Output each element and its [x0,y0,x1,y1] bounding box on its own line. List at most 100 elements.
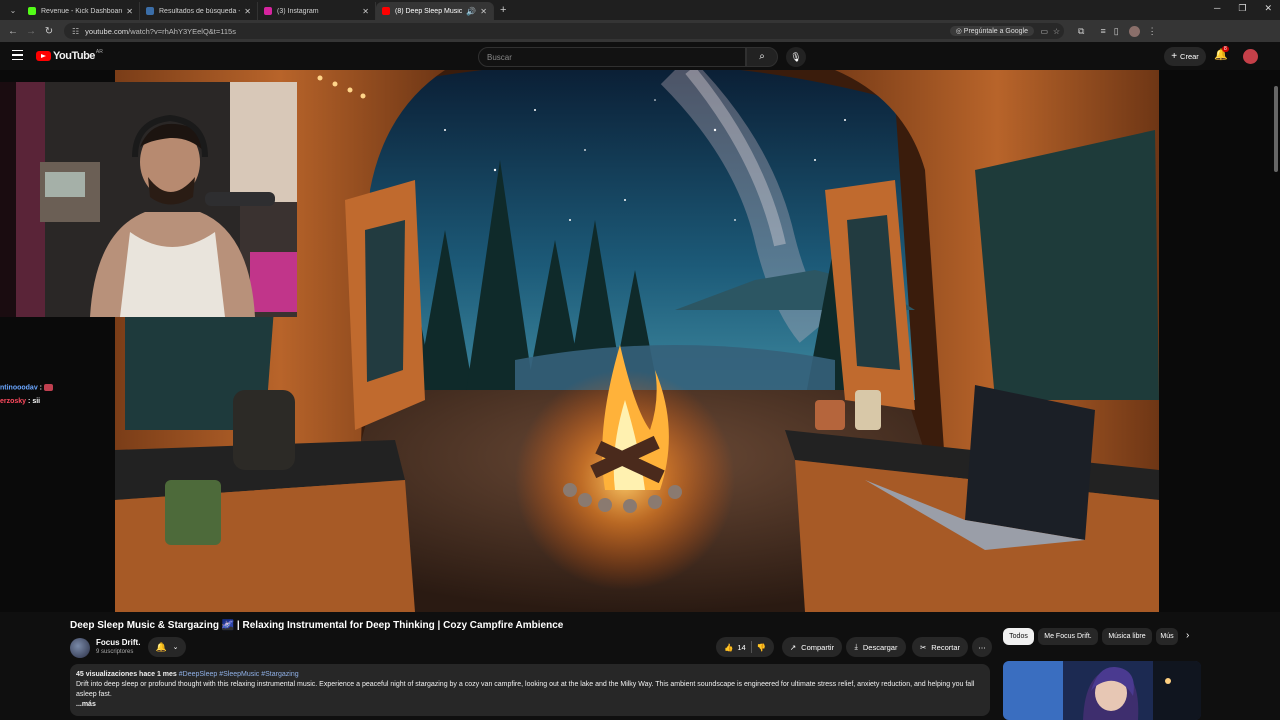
search-input[interactable]: Buscar [478,47,746,67]
url-host: youtube.com [85,26,129,36]
clip-button[interactable]: ✂ Recortar [912,637,968,657]
upload-age: hace 1 mes [139,671,177,678]
google-lens-icon: ◎ [955,28,964,35]
back-icon[interactable]: ← [4,26,22,37]
channel-avatar[interactable] [70,638,90,658]
view-count: 45 visualizaciones [76,671,138,678]
search-button[interactable]: ⌕ [746,47,778,67]
extensions-icon[interactable]: ⧉ [1078,26,1084,37]
new-tab-icon[interactable]: + [500,4,506,16]
thumbs-down-icon[interactable]: 👎 [757,643,766,652]
search-icon: ⌕ [759,51,765,62]
browser-profile-avatar[interactable] [1128,25,1140,37]
subscription-bell-button[interactable]: 🔔 ⌄ [148,637,186,657]
tab-search-results[interactable]: Resultados de búsqueda - Cuen ✕ [140,2,258,20]
bell-icon: 🔔 [155,641,167,652]
chip-from-channel[interactable]: Me Focus Drift. [1038,628,1098,645]
search-results-favicon-icon [146,7,154,15]
ask-google-button[interactable]: ◎ Pregúntale a Google [949,26,1034,36]
close-icon[interactable]: ✕ [362,7,369,16]
logo-region: AR [95,49,103,55]
create-button[interactable]: + Crear [1164,47,1206,66]
browser-tab-bar: ⌄ Revenue - Kick Dashboard ✕ Resultados … [0,0,1280,20]
logo-text: YouTube [53,50,95,62]
download-label: Descargar [862,642,898,652]
video-title: Deep Sleep Music & Stargazing 🌌 | Relaxi… [70,620,564,631]
user-avatar[interactable] [1243,49,1258,64]
show-more-link[interactable]: ...más [76,700,984,710]
download-button[interactable]: ⤓ Descargar [846,637,906,657]
window-controls: ─ ❐ ✕ [1214,3,1272,14]
description-text: Drift into deep sleep or profound though… [76,681,975,698]
chip-free-music[interactable]: Música libre [1102,628,1152,645]
ask-google-label: Pregúntale a Google [963,28,1028,35]
thumbnail-image [1003,661,1201,720]
right-letterbox [1159,70,1280,612]
close-icon[interactable]: ✕ [480,7,487,16]
tab-title: (3) Instagram [277,7,319,15]
close-icon[interactable]: ✕ [244,7,251,16]
channel-name[interactable]: Focus Drift. [96,638,140,647]
mic-icon: 🎙 [790,52,802,62]
share-button[interactable]: ↗ Compartir [782,637,842,657]
recommended-video-thumbnail[interactable] [1003,661,1201,720]
tab-youtube-video[interactable]: (8) Deep Sleep Music & Sta 🔊 ✕ [376,2,494,20]
chat-emote-icon [43,384,53,391]
url-field[interactable]: ☷ youtube.com/watch?v=rhAhY3YEelQ&t=115s… [64,23,1064,39]
tab-title: (8) Deep Sleep Music & Sta [395,7,463,15]
menu-icon[interactable] [12,50,23,60]
reload-icon[interactable]: ↻ [40,26,58,37]
site-info-icon[interactable]: ☷ [72,27,79,36]
more-actions-button[interactable]: ⋯ [972,637,992,657]
chat-message: erzosky : sii [0,398,40,405]
chip-music[interactable]: Mús [1156,628,1178,645]
instagram-favicon-icon [264,7,272,15]
chevron-right-icon[interactable]: › [1186,630,1189,641]
description-box[interactable]: 45 visualizaciones hace 1 mes #DeepSleep… [70,664,990,716]
tab-instagram[interactable]: (3) Instagram ✕ [258,2,376,20]
like-dislike-group: 👍 14 👎 [716,637,774,657]
cast-icon[interactable]: ▭ [1040,27,1048,36]
tab-search-icon[interactable]: ⌄ [4,2,22,18]
webcam-image [0,82,297,317]
split-view-icon[interactable]: ▯ [1114,26,1119,37]
download-icon: ⤓ [854,642,858,651]
bookmark-star-icon[interactable]: ☆ [1053,27,1060,36]
address-bar: ← → ↻ ☷ youtube.com/watch?v=rhAhY3YEelQ&… [0,20,1280,42]
notifications-badge: 8 [1222,46,1229,52]
voice-search-button[interactable]: 🎙 [786,47,806,67]
page-scrollbar[interactable] [1274,86,1278,172]
tab-title: Revenue - Kick Dashboard [41,7,123,15]
clip-label: Recortar [931,642,961,652]
tab-title: Resultados de búsqueda - Cuen [159,7,240,15]
chat-text: sii [32,398,41,405]
chat-username: erzosky [0,398,27,405]
subscriber-count: 9 suscriptores [96,649,134,655]
close-icon[interactable]: ✕ [126,7,133,16]
create-label: Crear [1180,52,1199,61]
more-icon: ⋯ [978,642,986,652]
browser-menu-icon[interactable]: ⋮ [1148,26,1157,37]
tab-kick-dashboard[interactable]: Revenue - Kick Dashboard ✕ [22,2,140,20]
speaker-icon[interactable]: 🔊 [466,7,476,16]
divider [750,641,752,653]
youtube-logo[interactable]: YouTube AR [36,49,103,62]
plus-icon: + [1171,51,1178,62]
like-count: 14 [737,642,746,652]
url-path: /watch?v=rhAhY3YEelQ&t=115s [128,26,236,36]
thumbs-up-icon: 👍 [723,642,734,652]
youtube-play-icon [36,51,51,61]
maximize-icon[interactable]: ❐ [1238,3,1246,14]
media-control-icon[interactable]: ≡ [1100,26,1105,36]
streamer-webcam-overlay [0,82,297,317]
share-label: Compartir [801,642,835,652]
minimize-icon[interactable]: ─ [1214,3,1220,14]
share-icon: ↗ [789,642,797,652]
forward-icon[interactable]: → [22,26,40,37]
like-button[interactable]: 👍 14 [724,643,746,652]
close-window-icon[interactable]: ✕ [1264,3,1272,14]
chip-all[interactable]: Todos [1003,628,1034,645]
youtube-favicon-icon [382,7,390,15]
scissors-icon: ✂ [919,642,927,652]
hashtags[interactable]: #DeepSleep #SleepMusic #Stargazing [179,671,299,678]
